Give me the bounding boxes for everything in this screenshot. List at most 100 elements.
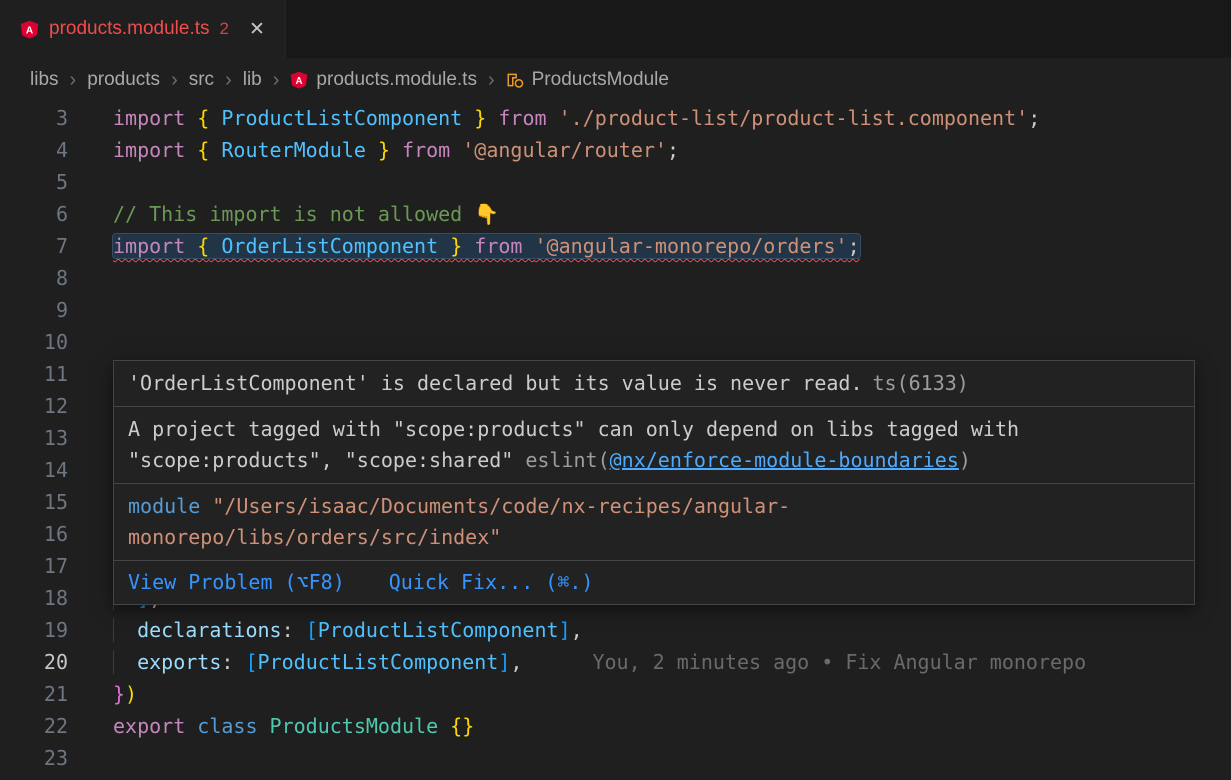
- line-content: [68, 742, 113, 774]
- close-icon[interactable]: ✕: [249, 18, 265, 41]
- chevron-right-icon: ›: [488, 69, 495, 92]
- line-number: 9: [0, 294, 68, 326]
- svg-text:A: A: [26, 25, 34, 36]
- line-content: [68, 166, 113, 198]
- line-number: 7: [0, 230, 68, 262]
- angular-icon: A: [20, 20, 39, 39]
- line-content: [68, 390, 113, 422]
- code-editor[interactable]: 3import { ProductListComponent } from '.…: [0, 102, 1231, 774]
- view-problem-action[interactable]: View Problem (⌥F8): [128, 567, 345, 598]
- line-number: 19: [0, 614, 68, 646]
- indent-guides: [113, 618, 137, 642]
- hover-actions: View Problem (⌥F8) Quick Fix... (⌘.): [114, 560, 1194, 604]
- quick-fix-action[interactable]: Quick Fix... (⌘.): [389, 567, 594, 598]
- hover-module-info: module "/Users/isaac/Documents/code/nx-re…: [114, 483, 1194, 560]
- code-line-9[interactable]: 9: [0, 294, 1231, 326]
- error-highlighted-code: import { OrderListComponent } from '@ang…: [113, 234, 860, 258]
- line-number: 3: [0, 102, 68, 134]
- svg-text:A: A: [296, 76, 303, 87]
- line-content: }): [68, 678, 137, 710]
- line-number: 8: [0, 262, 68, 294]
- line-content: import { RouterModule } from '@angular/r…: [68, 134, 679, 166]
- line-content: [68, 454, 113, 486]
- line-content: [68, 358, 113, 390]
- line-content: [68, 422, 113, 454]
- line-number: 11: [0, 358, 68, 390]
- ts-error-message: 'OrderListComponent' is declared but its…: [128, 371, 863, 395]
- module-path-line2: monorepo/libs/orders/src/index": [128, 525, 501, 549]
- hover-popup: 'OrderListComponent' is declared but its…: [113, 360, 1195, 605]
- line-number: 10: [0, 326, 68, 358]
- eslint-source-suffix: ): [959, 448, 971, 472]
- line-content: declarations: [ProductListComponent],: [68, 614, 583, 646]
- breadcrumb-item-file[interactable]: A products.module.ts: [290, 69, 477, 91]
- line-number: 5: [0, 166, 68, 198]
- code-line-6[interactable]: 6// This import is not allowed 👇: [0, 198, 1231, 230]
- breadcrumb-label: products.module.ts: [316, 69, 477, 91]
- line-number: 21: [0, 678, 68, 710]
- chevron-right-icon: ›: [70, 69, 77, 92]
- breadcrumb-label: products: [87, 69, 160, 91]
- breadcrumb-item-products[interactable]: products: [87, 69, 160, 91]
- code-line-21[interactable]: 21}): [0, 678, 1231, 710]
- line-content: import { ProductListComponent } from './…: [68, 102, 1040, 134]
- line-number: 4: [0, 134, 68, 166]
- eslint-rule-link[interactable]: @nx/enforce-module-boundaries: [610, 448, 959, 472]
- line-content: [68, 294, 113, 326]
- hover-eslint-error: A project tagged with "scope:products" c…: [114, 406, 1194, 483]
- breadcrumb-item-src[interactable]: src: [189, 69, 214, 91]
- tab-bar: A products.module.ts 2 ✕: [0, 0, 1231, 58]
- eslint-message-line2: "scope:products", "scope:shared": [128, 448, 513, 472]
- code-line-19[interactable]: 19 declarations: [ProductListComponent],: [0, 614, 1231, 646]
- line-number: 13: [0, 422, 68, 454]
- breadcrumb-label: ProductsModule: [532, 69, 669, 91]
- git-blame-annotation: You, 2 minutes ago • Fix Angular monorep…: [592, 650, 1086, 674]
- line-number: 6: [0, 198, 68, 230]
- code-line-23[interactable]: 23: [0, 742, 1231, 774]
- line-content: [68, 326, 113, 358]
- breadcrumb-label: libs: [30, 69, 59, 91]
- code-line-7[interactable]: 7 import { OrderListComponent } from '@an…: [0, 230, 1231, 262]
- code-line-10[interactable]: 10: [0, 326, 1231, 358]
- code-line-22[interactable]: 22export class ProductsModule {}: [0, 710, 1231, 742]
- code-line-5[interactable]: 5: [0, 166, 1231, 198]
- line-number: 16: [0, 518, 68, 550]
- eslint-source-prefix: eslint(: [513, 448, 609, 472]
- line-content: // This import is not allowed 👇: [68, 198, 499, 230]
- breadcrumb-item-libs[interactable]: libs: [30, 69, 59, 91]
- chevron-right-icon: ›: [171, 69, 178, 92]
- hover-ts-error: 'OrderListComponent' is declared but its…: [114, 361, 1194, 406]
- tab-problems-badge: 2: [220, 19, 229, 39]
- line-number: 22: [0, 710, 68, 742]
- line-number: 15: [0, 486, 68, 518]
- code-line-3[interactable]: 3import { ProductListComponent } from '.…: [0, 102, 1231, 134]
- class-symbol-icon: [506, 71, 524, 89]
- breadcrumb-label: lib: [243, 69, 262, 91]
- eslint-message-line1: A project tagged with "scope:products" c…: [128, 417, 1019, 441]
- breadcrumb-label: src: [189, 69, 214, 91]
- module-keyword: module: [128, 494, 200, 518]
- line-number: 12: [0, 390, 68, 422]
- chevron-right-icon: ›: [225, 69, 232, 92]
- line-content: import { OrderListComponent } from '@ang…: [68, 230, 860, 262]
- ts-error-code: ts(6133): [873, 371, 969, 395]
- line-number: 18: [0, 582, 68, 614]
- line-number: 17: [0, 550, 68, 582]
- module-path-line1: "/Users/isaac/Documents/code/nx-recipes/…: [212, 494, 790, 518]
- line-number: 23: [0, 742, 68, 774]
- indent-guides: [113, 650, 137, 674]
- code-line-8[interactable]: 8: [0, 262, 1231, 294]
- code-line-4[interactable]: 4import { RouterModule } from '@angular/…: [0, 134, 1231, 166]
- angular-icon: A: [290, 71, 308, 89]
- line-content: export class ProductsModule {}: [68, 710, 474, 742]
- code-line-20[interactable]: 20 exports: [ProductListComponent],You, …: [0, 646, 1231, 678]
- line-content: exports: [ProductListComponent],You, 2 m…: [68, 646, 1086, 678]
- line-number: 20: [0, 646, 68, 678]
- tab-title: products.module.ts: [49, 18, 210, 40]
- breadcrumb: libs › products › src › lib › A products…: [0, 58, 1231, 102]
- breadcrumb-item-lib[interactable]: lib: [243, 69, 262, 91]
- breadcrumb-item-symbol[interactable]: ProductsModule: [506, 69, 669, 91]
- line-number: 14: [0, 454, 68, 486]
- tab-products-module[interactable]: A products.module.ts 2 ✕: [0, 0, 286, 58]
- chevron-right-icon: ›: [273, 69, 280, 92]
